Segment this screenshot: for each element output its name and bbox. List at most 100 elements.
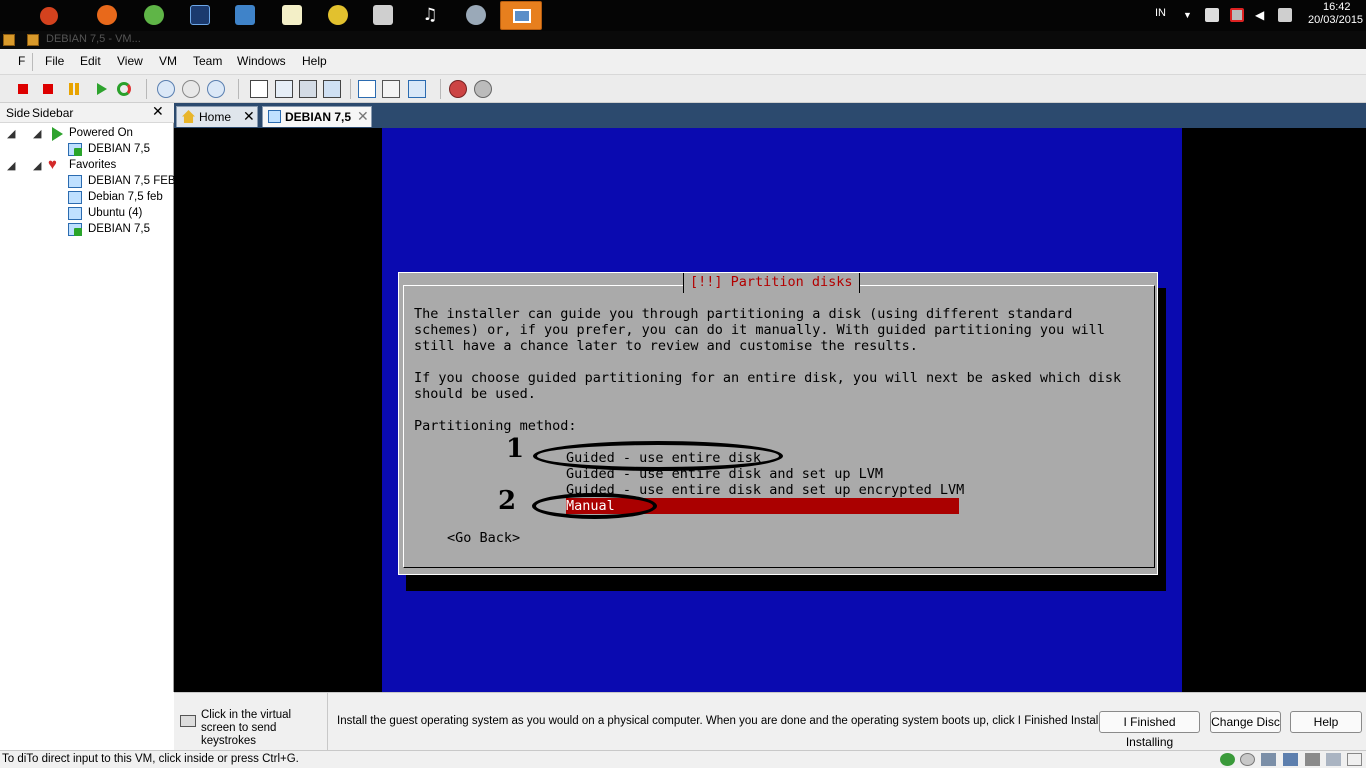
- paint-icon[interactable]: [466, 5, 486, 25]
- sidebar-tab[interactable]: Side: [6, 106, 30, 120]
- expand-icon[interactable]: ◢: [7, 159, 15, 172]
- annotation-number-1: 1: [506, 434, 525, 464]
- status-bar: To diTo direct input to this VM, click i…: [0, 750, 1366, 768]
- fullscreen-icon[interactable]: [299, 80, 317, 98]
- unity-icon[interactable]: [323, 80, 341, 98]
- music-icon[interactable]: ♫: [420, 5, 440, 25]
- menu-edit[interactable]: Edit: [80, 54, 101, 68]
- tree-item-vm[interactable]: DEBIAN 7,5: [0, 142, 174, 158]
- tab-home[interactable]: Home ✕: [176, 106, 258, 127]
- signal-icon[interactable]: [1278, 8, 1292, 22]
- method-label: Partitioning method:: [414, 418, 577, 434]
- menu-view[interactable]: View: [117, 54, 143, 68]
- toolbar: [0, 75, 1366, 103]
- firefox-icon[interactable]: [97, 5, 117, 25]
- change-disc-button[interactable]: Change Disc: [1210, 711, 1281, 733]
- tree-item-vm[interactable]: DEBIAN 7,5: [0, 222, 174, 238]
- vm-screen[interactable]: [!!] Partition disks The installer can g…: [382, 128, 1182, 692]
- clock-date[interactable]: 20/03/2015: [1308, 14, 1363, 26]
- toolbar-separator: [350, 79, 351, 99]
- expand-icon[interactable]: ◢: [33, 127, 41, 140]
- vm-icon: [68, 175, 82, 188]
- dialog-title: [!!] Partition disks: [690, 274, 853, 290]
- sidebar-header: Side Sidebar ✕: [0, 103, 174, 123]
- show-sidebar-icon[interactable]: [250, 80, 268, 98]
- toolbar-separator: [238, 79, 239, 99]
- network-adapter-icon[interactable]: [1283, 753, 1298, 766]
- power-on-button[interactable]: [92, 80, 110, 98]
- expand-icon[interactable]: ◢: [33, 159, 41, 172]
- tree-item-label: DEBIAN 7,5: [88, 143, 150, 155]
- snapshot-revert-icon[interactable]: [182, 80, 200, 98]
- console-view-icon[interactable]: [358, 80, 376, 98]
- record-icon[interactable]: [449, 80, 467, 98]
- tree-item-label: Debian 7,5 feb: [88, 191, 163, 203]
- power-off-button[interactable]: [39, 80, 57, 98]
- expand-icon[interactable]: ◢: [7, 127, 15, 140]
- install-instructions: Install the guest operating system as yo…: [337, 715, 1120, 727]
- window-titlebar: DEBIAN 7,5 - VM...: [0, 31, 1366, 49]
- keystroke-hint-text: Click in the virtual screen to send keys…: [201, 709, 292, 747]
- go-back-button[interactable]: <Go Back>: [447, 530, 520, 546]
- tree-group-label: Powered On: [69, 127, 133, 139]
- refresh-app-icon[interactable]: [144, 5, 164, 25]
- tree-group-powered-on[interactable]: ◢ ◢ Powered On: [0, 126, 174, 142]
- tree-item-vm[interactable]: Debian 7,5 feb: [0, 190, 174, 206]
- tree-item-label: Ubuntu (4): [88, 207, 143, 219]
- printer-icon[interactable]: [1326, 753, 1341, 766]
- partition-dialog: [!!] Partition disks The installer can g…: [398, 272, 1158, 575]
- menu-help[interactable]: Help: [302, 54, 327, 68]
- reset-button[interactable]: [115, 80, 133, 98]
- keyboard-icon: [180, 715, 196, 727]
- photoshop-icon[interactable]: [190, 5, 210, 25]
- package-icon[interactable]: [235, 5, 255, 25]
- menu-vm[interactable]: VM: [159, 54, 177, 68]
- help-button[interactable]: Help: [1290, 711, 1362, 733]
- menu-windows[interactable]: Windows: [237, 54, 286, 68]
- menubar: F File Edit View VM Team Windows Help: [0, 49, 1366, 75]
- tree-item-vm[interactable]: DEBIAN 7,5 FEB: [0, 174, 174, 190]
- thumbnail-view-icon[interactable]: [408, 80, 426, 98]
- volume-icon[interactable]: ◀: [1255, 8, 1269, 22]
- sidebar-footer: [0, 692, 174, 750]
- toolbar-separator: [440, 79, 441, 99]
- cd-icon[interactable]: [1240, 753, 1255, 766]
- tree-group-favorites[interactable]: ◢ ◢ ♥ Favorites: [0, 156, 174, 174]
- network-blocked-icon[interactable]: [1230, 8, 1244, 22]
- notepad-icon[interactable]: [282, 5, 302, 25]
- snapshot-manager-icon[interactable]: [207, 80, 225, 98]
- apple-icon[interactable]: [40, 7, 58, 25]
- tab-label: Home: [199, 110, 232, 124]
- clock-time[interactable]: 16:42: [1323, 1, 1351, 13]
- usb-icon[interactable]: [1305, 753, 1320, 766]
- network-icon[interactable]: [1220, 753, 1235, 766]
- tab-strip: Home ✕ DEBIAN 7,5 ✕: [174, 103, 1366, 128]
- library-icon[interactable]: [373, 5, 393, 25]
- finished-installing-button[interactable]: I Finished Installing: [1099, 711, 1200, 749]
- tree-item-vm[interactable]: Ubuntu (4): [0, 206, 174, 222]
- message-icon[interactable]: [1347, 753, 1362, 766]
- globe-icon[interactable]: [328, 5, 348, 25]
- summary-view-icon[interactable]: [382, 80, 400, 98]
- phone-icon[interactable]: [1205, 8, 1219, 22]
- floppy-icon[interactable]: [1261, 753, 1276, 766]
- menu-file[interactable]: File: [45, 54, 64, 68]
- heart-icon: ♥: [48, 156, 57, 173]
- close-icon[interactable]: ✕: [357, 108, 369, 125]
- vm-console[interactable]: [!!] Partition disks The installer can g…: [175, 128, 1366, 692]
- stop-red-icon[interactable]: [14, 80, 32, 98]
- replay-icon[interactable]: [474, 80, 492, 98]
- vmware-icon[interactable]: [500, 1, 542, 30]
- quick-switch-icon[interactable]: [275, 80, 293, 98]
- close-icon[interactable]: ✕: [152, 104, 164, 120]
- suspend-button[interactable]: [65, 80, 83, 98]
- language-indicator[interactable]: IN: [1155, 7, 1166, 19]
- tree-group-label: Favorites: [69, 159, 117, 171]
- tray-chevron-icon[interactable]: ▼: [1183, 10, 1192, 20]
- tab-debian[interactable]: DEBIAN 7,5 ✕: [262, 106, 372, 127]
- menu-f[interactable]: F: [18, 54, 25, 68]
- dialog-title-box: [!!] Partition disks: [683, 273, 860, 293]
- menu-team[interactable]: Team: [193, 54, 222, 68]
- snapshot-take-icon[interactable]: [157, 80, 175, 98]
- close-icon[interactable]: ✕: [243, 108, 255, 125]
